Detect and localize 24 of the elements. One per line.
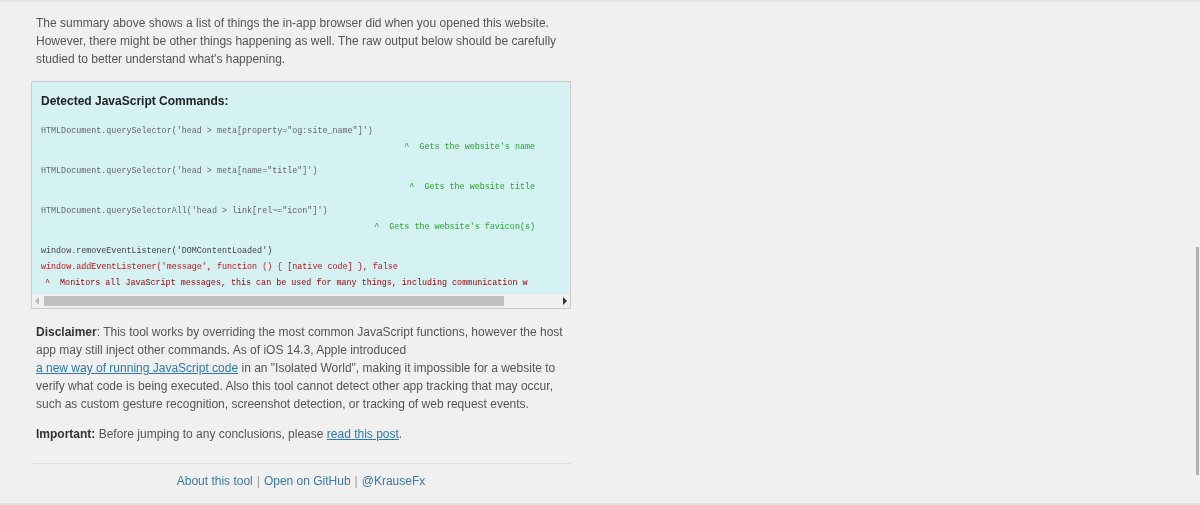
scrollbar-thumb[interactable] [1196,247,1199,475]
code-line: HTMLDocument.querySelector('head > meta[name="title"]') [41,165,319,176]
read-post-link[interactable]: read this post [326,427,399,441]
code-line: HTMLDocument.querySelector('head > meta[property="og:site_name"]') [41,125,374,136]
footer-link[interactable]: About this tool [176,472,253,490]
code-line: ^ Gets the website title [408,181,536,192]
separator: | [354,473,358,490]
separator: | [256,473,260,490]
intro-paragraph: The summary above shows a list of things the in-app browser did when you opened this website. However, there might be other things happening as well. The raw output below should be carefully studied to better understand what's happening. [35,15,558,68]
code-line: ^ Monitors all JavaScript messages, this can be used for many things, including communication w [44,277,529,288]
commands-title: Detected JavaScript Commands: [40,93,230,110]
scroll-left-icon[interactable] [34,297,40,305]
code-line: HTMLDocument.querySelectorAll('head > link[rel~="icon"]') [41,205,329,216]
code-line: ^ Gets the website's name [403,141,536,152]
code-line: window.removeEventListener('DOMContentLoaded') [41,245,274,256]
scroll-right-icon[interactable] [562,297,568,305]
scrollbar-thumb[interactable] [44,296,504,306]
important-paragraph: Important: Before jumping to any conclusions, please read this post. [35,426,404,443]
isolated-world-link[interactable]: a new way of running JavaScript code [36,361,239,375]
footer-link[interactable]: Open on GitHub [263,472,351,490]
code-line: window.addEventListener('message', function () { [native code] }, false [41,261,399,272]
disclaimer-paragraph: Disclaimer: This tool works by overriding the most common JavaScript functions, however the host app may still inject other commands. As of iOS 14.3, Apple introduced a new way of running JavaScript code in an "Isolated World", making it impossible for a website to verify what code is being executed. Also this tool cannot detect other app tracking that may occur, such as custom gesture recognition, screenshot detection, or tracking of web request events. [35,324,564,413]
code-line: ^ Gets the website's favicon(s) [373,221,536,232]
footer-link[interactable]: @KrauseFx [361,472,426,490]
